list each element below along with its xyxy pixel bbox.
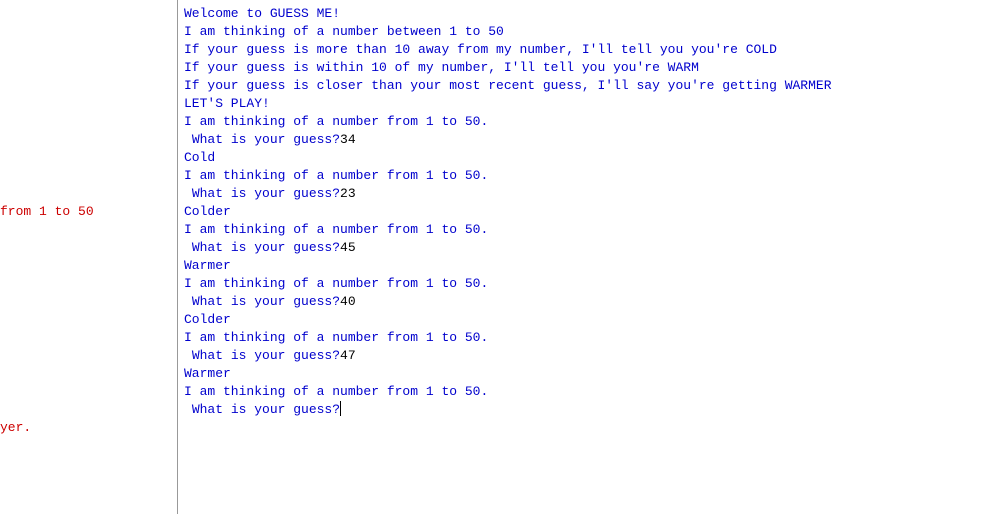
output-line: I am thinking of a number from 1 to 50. — [184, 384, 488, 399]
output-feedback: Colder — [184, 204, 231, 219]
code-line — [0, 365, 177, 383]
output-feedback: Warmer — [184, 366, 231, 381]
code-line — [0, 95, 177, 113]
output-prompt: What is your guess? — [184, 402, 340, 417]
code-line: from 1 to 50 — [0, 203, 177, 221]
output-prompt: What is your guess? — [184, 348, 340, 363]
code-line — [0, 41, 177, 59]
code-editor-panel[interactable]: from 1 to 50 yer. between 1 to 50') 10 a… — [0, 0, 177, 514]
console-output-panel[interactable]: Welcome to GUESS ME! I am thinking of a … — [177, 0, 991, 514]
output-line: LET'S PLAY! — [184, 96, 270, 111]
user-input: 47 — [340, 348, 356, 363]
user-input: 45 — [340, 240, 356, 255]
output-feedback: Warmer — [184, 258, 231, 273]
output-line: I am thinking of a number from 1 to 50. — [184, 168, 488, 183]
output-line: I am thinking of a number between 1 to 5… — [184, 24, 504, 39]
output-line: If your guess is more than 10 away from … — [184, 42, 777, 57]
code-line — [0, 473, 177, 491]
output-prompt: What is your guess? — [184, 240, 340, 255]
code-line — [0, 149, 177, 167]
output-prompt: What is your guess? — [184, 132, 340, 147]
output-line: I am thinking of a number from 1 to 50. — [184, 114, 488, 129]
output-line: I am thinking of a number from 1 to 50. — [184, 222, 488, 237]
output-line: If your guess is closer than your most r… — [184, 78, 832, 93]
code-line — [0, 311, 177, 329]
output-line: I am thinking of a number from 1 to 50. — [184, 330, 488, 345]
input-cursor[interactable] — [340, 401, 341, 416]
output-line: I am thinking of a number from 1 to 50. — [184, 276, 488, 291]
user-input: 40 — [340, 294, 356, 309]
user-input: 23 — [340, 186, 356, 201]
user-input: 34 — [340, 132, 356, 147]
output-feedback: Colder — [184, 312, 231, 327]
output-line: If your guess is within 10 of my number,… — [184, 60, 699, 75]
output-prompt: What is your guess? — [184, 294, 340, 309]
output-line: Welcome to GUESS ME! — [184, 6, 340, 21]
code-line — [0, 257, 177, 275]
code-line: yer. — [0, 419, 177, 437]
output-prompt: What is your guess? — [184, 186, 340, 201]
output-feedback: Cold — [184, 150, 215, 165]
